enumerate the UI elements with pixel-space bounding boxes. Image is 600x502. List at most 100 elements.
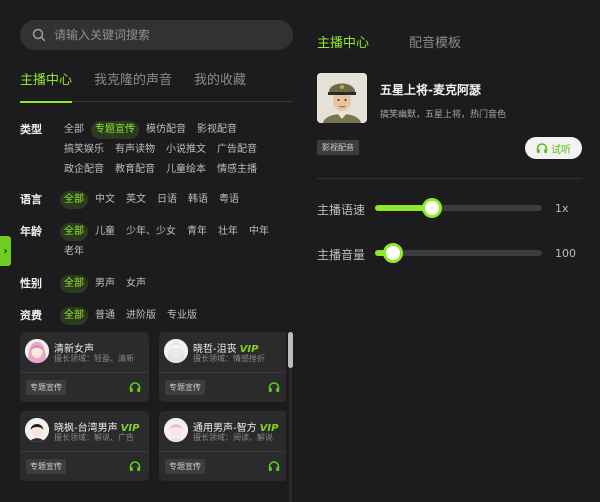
speed-slider[interactable] [375, 198, 542, 218]
filter-chip-type-audiobook[interactable]: 有声读物 [111, 141, 159, 159]
filter-chip-type-government[interactable]: 政企配音 [60, 161, 108, 179]
volume-value: 100 [555, 247, 576, 260]
headphones-icon[interactable] [268, 381, 280, 393]
filter-age-row: 年龄 全部 儿童 少年、少女 青年 壮年 中年 老年 [20, 223, 285, 261]
voice-card[interactable]: 晓哲-沮丧 VIP 擅长领域：情感挫折 专题宣传 [159, 332, 286, 402]
filter-chip-level-advanced[interactable]: 进阶版 [122, 307, 160, 325]
filter-chip-gender-all[interactable]: 全部 [60, 275, 88, 293]
filter-chip-lang-english[interactable]: 英文 [122, 191, 150, 209]
speed-slider-handle[interactable] [421, 198, 442, 218]
filter-chip-level-all[interactable]: 全部 [60, 307, 88, 325]
tab-anchor-center-right[interactable]: 主播中心 [317, 32, 369, 51]
tab-dubbing-templates[interactable]: 配音模板 [409, 32, 461, 51]
volume-slider[interactable] [375, 243, 542, 263]
filter-chip-gender-male[interactable]: 男声 [91, 275, 119, 293]
filter-chip-type-topic-promo[interactable]: 专题宣传 [91, 121, 139, 139]
voice-card[interactable]: 晓枫-台湾男声 VIP 擅长领域：解说、广告 专题宣传 [20, 411, 149, 481]
left-tab-bar: 主播中心 我克隆的声音 我的收藏 [20, 70, 293, 103]
filter-level-options: 全部 普通 进阶版 专业版 [60, 307, 285, 325]
filter-chip-level-pro[interactable]: 专业版 [163, 307, 201, 325]
filter-chip-lang-chinese[interactable]: 中文 [91, 191, 119, 209]
anchor-avatar [317, 73, 367, 123]
voice-avatar [164, 418, 188, 442]
voice-avatar [25, 418, 49, 442]
filter-chip-lang-korean[interactable]: 韩语 [184, 191, 212, 209]
headphones-icon[interactable] [129, 381, 141, 393]
speed-label: 主播语速 [317, 203, 366, 217]
headphones-icon[interactable] [268, 460, 280, 472]
voice-card[interactable]: 清新女声 擅长领域：轻盈、清新 专题宣传 [20, 332, 149, 402]
right-tab-bar: 主播中心 配音模板 [317, 32, 501, 51]
filter-level-label: 资费 [20, 309, 42, 322]
voice-card[interactable]: 通用男声-智方 VIP 擅长领域：阅读、解说 专题宣传 [159, 411, 286, 481]
voice-card-grid: 清新女声 擅长领域：轻盈、清新 专题宣传 晓哲-沮丧 VIP 擅长领域：情感挫折 … [20, 332, 286, 502]
filter-chip-type-imitation[interactable]: 模仿配音 [142, 121, 190, 139]
filter-chip-type-education[interactable]: 教育配音 [111, 161, 159, 179]
tab-my-cloned-voices[interactable]: 我克隆的声音 [94, 70, 172, 102]
filter-gender-options: 全部 男声 女声 [60, 275, 285, 293]
voice-avatar [164, 339, 188, 363]
filter-chip-level-normal[interactable]: 普通 [91, 307, 119, 325]
filter-chip-age-all[interactable]: 全部 [60, 223, 88, 241]
filter-chip-age-prime[interactable]: 壮年 [214, 223, 242, 241]
filter-gender-label: 性别 [20, 277, 42, 290]
filter-level-row: 资费 全部 普通 进阶版 专业版 [20, 307, 285, 325]
anchor-category-tag: 影视配音 [317, 140, 359, 155]
filter-chip-lang-cantonese[interactable]: 粤语 [215, 191, 243, 209]
filter-type-options: 全部 专题宣传 模仿配音 影视配音 搞笑娱乐 有声读物 小说推文 广告配音 政企… [60, 121, 285, 179]
anchor-name: 五星上将-麦克阿瑟 [380, 83, 481, 97]
speed-value: 1x [555, 202, 569, 215]
filter-chip-type-film-dub[interactable]: 影视配音 [193, 121, 241, 139]
filter-gender-row: 性别 全部 男声 女声 [20, 275, 285, 293]
voice-description: 擅长领域：解说、广告 [54, 433, 134, 442]
card-divider [20, 451, 149, 452]
tab-my-favorites[interactable]: 我的收藏 [194, 70, 246, 102]
tab-anchor-center[interactable]: 主播中心 [20, 70, 73, 103]
voice-category-tag: 专题宣传 [165, 380, 205, 395]
search-icon [32, 28, 46, 42]
filter-language-label: 语言 [20, 193, 42, 206]
filter-chip-type-emotion[interactable]: 情感主播 [213, 161, 261, 179]
voice-avatar [25, 339, 49, 363]
filter-chip-type-novel-promo[interactable]: 小说推文 [162, 141, 210, 159]
search-bar[interactable] [20, 20, 293, 50]
voice-category-tag: 专题宣传 [165, 459, 205, 474]
right-panel-divider [317, 178, 582, 179]
volume-slider-handle[interactable] [383, 243, 404, 263]
search-input[interactable] [54, 28, 274, 42]
voice-description: 擅长领域：阅读、解说 [193, 433, 273, 442]
filter-chip-age-youth[interactable]: 青年 [183, 223, 211, 241]
filter-chip-gender-female[interactable]: 女声 [122, 275, 150, 293]
filter-chip-age-child[interactable]: 儿童 [91, 223, 119, 241]
filter-chip-age-middle[interactable]: 中年 [245, 223, 273, 241]
headphones-icon [536, 143, 548, 153]
filter-chip-age-teen[interactable]: 少年、少女 [122, 223, 180, 241]
filter-chip-type-comedy[interactable]: 搞笑娱乐 [60, 141, 108, 159]
filter-age-label: 年龄 [20, 225, 42, 238]
listen-button-label: 试听 [551, 144, 571, 156]
filter-chip-type-advert[interactable]: 广告配音 [213, 141, 261, 159]
voice-category-tag: 专题宣传 [26, 459, 66, 474]
card-list-scrollbar-thumb[interactable] [288, 332, 293, 368]
voice-description: 擅长领域：轻盈、清新 [54, 354, 134, 363]
filter-type-label: 类型 [20, 123, 42, 136]
filter-chip-lang-japanese[interactable]: 日语 [153, 191, 181, 209]
card-divider [159, 372, 286, 373]
headphones-icon[interactable] [129, 460, 141, 472]
filter-language-row: 语言 全部 中文 英文 日语 韩语 粤语 [20, 191, 285, 209]
anchor-description: 搞笑幽默，五星上将，热门音色 [380, 110, 507, 120]
listen-button[interactable]: 试听 [525, 137, 582, 159]
volume-label: 主播音量 [317, 248, 366, 262]
card-divider [159, 451, 286, 452]
chevron-right-icon: › [3, 245, 8, 257]
filter-chip-type-kids-book[interactable]: 儿童绘本 [162, 161, 210, 179]
filter-chip-lang-all[interactable]: 全部 [60, 191, 88, 209]
filter-type-row: 类型 全部 专题宣传 模仿配音 影视配音 搞笑娱乐 有声读物 小说推文 广告配音… [20, 121, 285, 179]
voice-category-tag: 专题宣传 [26, 380, 66, 395]
filter-chip-age-senior[interactable]: 老年 [60, 243, 88, 261]
voice-description: 擅长领域：情感挫折 [193, 354, 265, 363]
expand-panel-tab[interactable]: › [0, 236, 11, 266]
filter-chip-type-all[interactable]: 全部 [60, 121, 88, 139]
filter-age-options: 全部 儿童 少年、少女 青年 壮年 中年 老年 [60, 223, 285, 261]
card-divider [20, 372, 149, 373]
